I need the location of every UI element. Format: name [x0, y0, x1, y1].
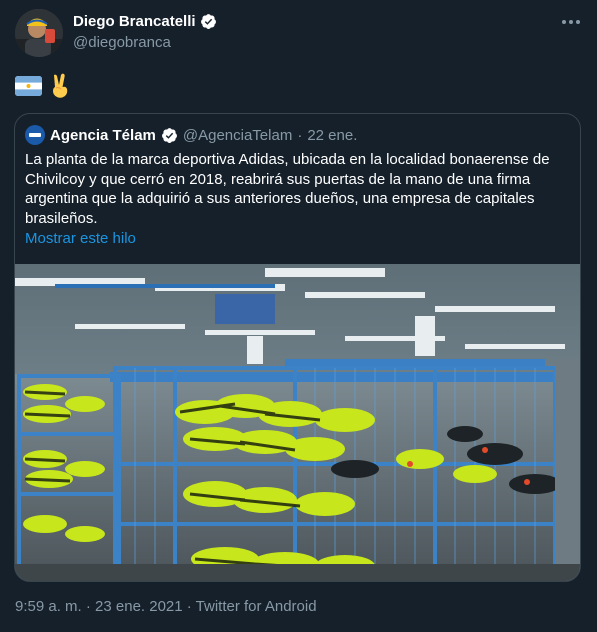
quoted-separator: ·: [297, 126, 303, 144]
more-options-icon[interactable]: [561, 14, 581, 30]
quoted-date[interactable]: 22 ene.: [307, 127, 357, 144]
quoted-tweet-text: La planta de la marca deportiva Adidas, …: [25, 151, 550, 227]
quoted-tweet[interactable]: Agencia Télam @AgenciaTelam · 22 ene. La…: [14, 113, 581, 582]
author-name[interactable]: Diego Brancatelli: [73, 13, 217, 30]
tweet-timestamp[interactable]: 9:59 a. m. · 23 ene. 2021 · Twitter for …: [15, 598, 317, 615]
quoted-author-name[interactable]: Agencia Télam: [50, 127, 156, 144]
quoted-avatar[interactable]: [25, 125, 45, 145]
tweet-text: [15, 73, 72, 99]
verified-badge-icon: [200, 14, 216, 29]
show-thread-link[interactable]: Mostrar este hilo: [25, 230, 136, 247]
factory-shoe-racks-photo: [15, 264, 580, 581]
quoted-tweet-image[interactable]: [15, 264, 580, 581]
argentina-flag-icon: [15, 76, 42, 96]
victory-hand-icon: [53, 73, 68, 98]
author-name-text[interactable]: Diego Brancatelli: [73, 13, 196, 30]
avatar-photo: [15, 9, 63, 57]
author-handle[interactable]: @diegobranca: [73, 34, 171, 51]
quoted-tweet-header: Agencia Télam @AgenciaTelam · 22 ene.: [25, 125, 357, 145]
author-avatar[interactable]: [15, 9, 63, 57]
quoted-verified-badge-icon: [161, 127, 177, 143]
quoted-author-handle[interactable]: @AgenciaTelam: [183, 127, 292, 144]
